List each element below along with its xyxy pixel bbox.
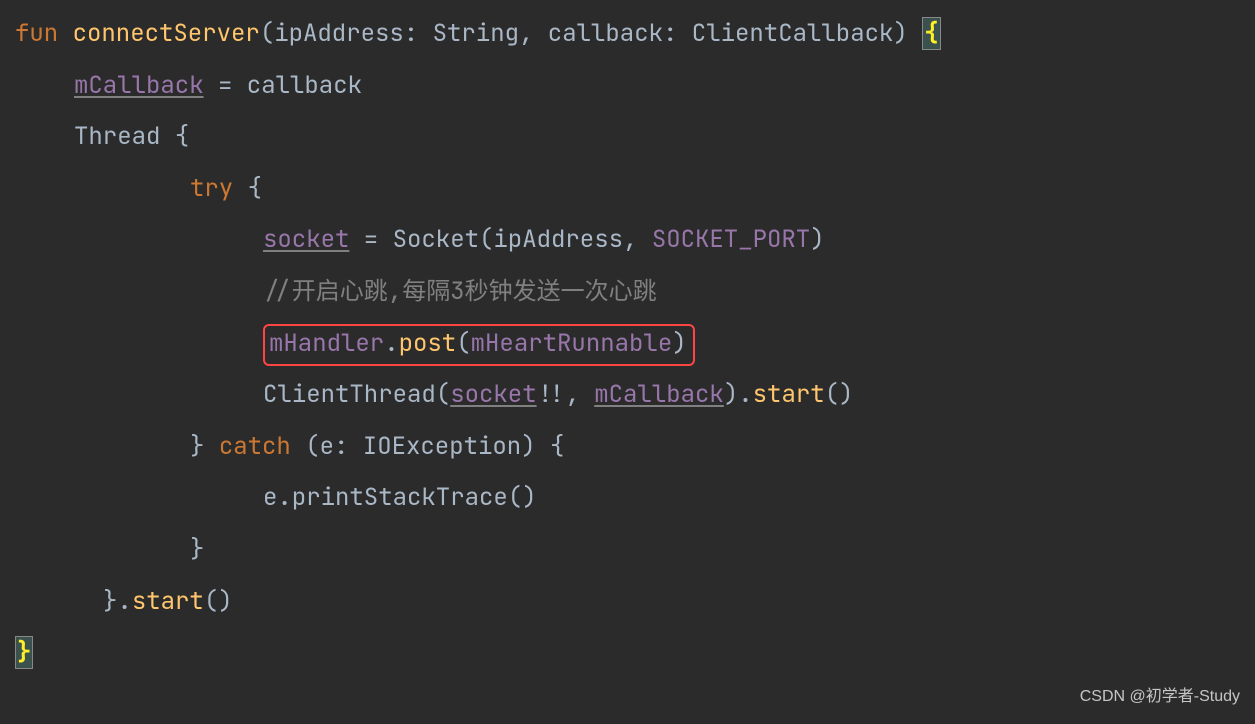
close-brace: }. [103,586,132,617]
catch-params: (e: IOException) { [291,431,565,462]
code-editor[interactable]: fun connectServer(ipAddress: String, cal… [15,8,1240,679]
highlighted-code: mHandler.post(mHeartRunnable) [263,324,695,366]
assign: = callback [204,70,362,101]
code-line-13: } [15,627,1240,679]
params: (ipAddress: String, callback: ClientCall… [260,18,922,49]
close: ). [724,379,753,410]
paren-close: ) [672,328,686,359]
code-line-10: e.printStackTrace() [15,472,1240,524]
code-line-8: ClientThread(socket!!, mCallback).start(… [15,369,1240,421]
var-mHandler: mHandler [269,328,384,359]
code-line-12: }.start() [15,576,1240,628]
const-port: SOCKET_PORT [652,224,810,255]
thread: Thread [74,121,175,152]
var-mCallback: mCallback [594,379,724,410]
keyword-try: try [190,173,233,204]
code-line-3: Thread { [15,111,1240,163]
code-line-1: fun connectServer(ipAddress: String, cal… [15,8,1240,60]
close-brace: } [190,431,219,462]
dot: . [384,328,398,359]
function-name: connectServer [73,18,260,49]
keyword-fun: fun [15,18,58,49]
brace: { [175,121,189,152]
client-thread: ClientThread( [263,379,450,410]
method-start: start [132,586,204,617]
print-stack: e.printStackTrace() [263,482,537,513]
var-mCallback: mCallback [74,70,204,101]
var-mHeartRunnable: mHeartRunnable [471,328,673,359]
code-line-6: //开启心跳,每隔3秒钟发送一次心跳 [15,266,1240,318]
bangs: !!, [537,379,595,410]
method-post: post [399,328,457,359]
comment: //开启心跳,每隔3秒钟发送一次心跳 [263,276,657,307]
close: ) [810,224,824,255]
brace-close: } [15,636,33,669]
brace-open: { [922,17,940,50]
paren-open: ( [456,328,470,359]
assign: = Socket(ipAddress, [349,224,651,255]
code-line-7: mHandler.post(mHeartRunnable) [15,318,1240,370]
method-start: start [753,379,825,410]
var-socket: socket [450,379,536,410]
code-line-4: try { [15,163,1240,215]
brace: { [233,173,262,204]
code-line-9: } catch (e: IOException) { [15,421,1240,473]
watermark: CSDN @初学者-Study [1080,680,1240,714]
keyword-catch: catch [219,431,291,462]
var-socket: socket [263,224,349,255]
code-line-5: socket = Socket(ipAddress, SOCKET_PORT) [15,214,1240,266]
paren: () [825,379,854,410]
code-line-2: mCallback = callback [15,60,1240,112]
close-brace: } [190,534,204,565]
paren: () [204,586,233,617]
code-line-11: } [15,524,1240,576]
